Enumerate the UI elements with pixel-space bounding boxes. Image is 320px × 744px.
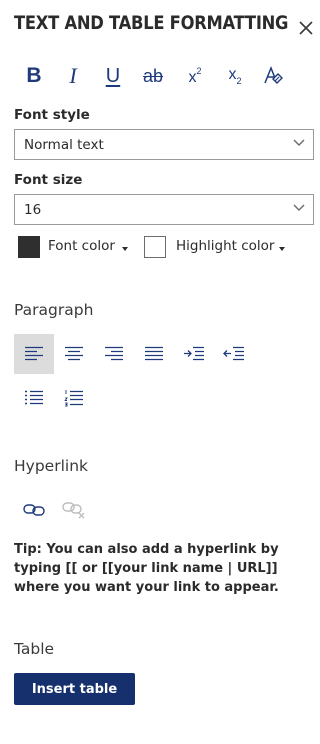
- bullet-list-icon: [25, 390, 43, 405]
- paragraph-heading: Paragraph: [14, 301, 94, 319]
- underline-icon: U: [105, 64, 121, 87]
- superscript-button[interactable]: x2: [177, 62, 213, 90]
- link-icon: [23, 504, 45, 516]
- align-left-icon: [25, 346, 43, 361]
- panel-title: TEXT AND TABLE FORMATTING: [14, 12, 289, 34]
- strikethrough-button[interactable]: ab: [135, 62, 171, 90]
- hyperlink-tip: Tip: You can also add a hyperlink by typ…: [14, 542, 279, 595]
- clear-formatting-icon: [264, 65, 283, 84]
- font-size-value: 16: [24, 201, 42, 218]
- subscript-icon: x2: [228, 66, 242, 86]
- numbered-list-icon: [64, 390, 83, 407]
- numbered-list-button[interactable]: [54, 378, 94, 418]
- indent-icon: [184, 346, 204, 361]
- table-heading: Table: [14, 640, 55, 658]
- clear-formatting-button[interactable]: [255, 62, 291, 90]
- align-justify-button[interactable]: [134, 334, 174, 374]
- subscript-button[interactable]: x2: [217, 62, 253, 90]
- bold-button[interactable]: B: [16, 62, 52, 90]
- bold-icon: B: [26, 64, 42, 87]
- font-style-value: Normal text: [24, 136, 104, 153]
- align-right-icon: [105, 346, 123, 361]
- font-size-select[interactable]: 16: [14, 194, 314, 225]
- hyperlink-heading: Hyperlink: [14, 457, 88, 475]
- insert-table-button[interactable]: Insert table: [14, 673, 135, 705]
- remove-link-button[interactable]: [54, 490, 94, 530]
- bullet-list-button[interactable]: [14, 378, 54, 418]
- align-justify-icon: [145, 346, 163, 361]
- font-style-label: Font style: [14, 107, 90, 123]
- italic-button[interactable]: I: [55, 62, 91, 90]
- font-color-swatch[interactable]: [18, 236, 40, 258]
- font-style-select[interactable]: Normal text: [14, 129, 314, 160]
- highlight-color-swatch[interactable]: [144, 236, 166, 258]
- formatting-toolbar: B I U ab x2 x2: [14, 62, 294, 90]
- font-color-caret-icon[interactable]: [122, 247, 128, 251]
- outdent-button[interactable]: [214, 334, 254, 374]
- highlight-color-button[interactable]: Highlight color: [176, 238, 274, 254]
- font-size-label: Font size: [14, 172, 83, 188]
- indent-button[interactable]: [174, 334, 214, 374]
- unlink-icon: [62, 502, 85, 519]
- strikethrough-icon: ab: [142, 65, 164, 86]
- chevron-down-icon: [293, 139, 305, 146]
- close-button[interactable]: [296, 18, 316, 38]
- underline-button[interactable]: U: [95, 62, 131, 90]
- formatting-panel: TEXT AND TABLE FORMATTING B I U ab x2 x2: [0, 0, 320, 744]
- close-icon: [299, 21, 313, 35]
- align-left-button[interactable]: [14, 334, 54, 374]
- align-center-icon: [65, 346, 83, 361]
- outdent-icon: [223, 346, 244, 361]
- highlight-color-caret-icon[interactable]: [279, 247, 285, 251]
- align-right-button[interactable]: [94, 334, 134, 374]
- superscript-icon: x2: [188, 65, 202, 86]
- italic-icon: I: [69, 63, 77, 88]
- insert-link-button[interactable]: [14, 490, 54, 530]
- chevron-down-icon: [293, 204, 305, 211]
- font-color-button[interactable]: Font color: [48, 238, 115, 254]
- align-center-button[interactable]: [54, 334, 94, 374]
- color-controls: Font color Highlight color: [18, 236, 314, 258]
